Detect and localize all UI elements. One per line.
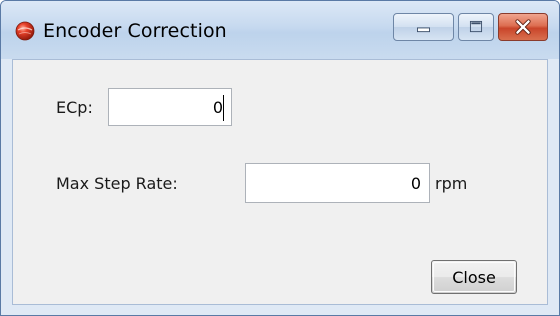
dialog-content: ECp: Max Step Rate: rpm Close: [12, 59, 548, 305]
ecp-input[interactable]: [108, 88, 232, 126]
close-button[interactable]: Close: [431, 260, 517, 294]
max-step-rate-unit: rpm: [435, 174, 468, 193]
close-button-label: Close: [452, 267, 496, 287]
minimize-icon: [417, 27, 430, 33]
maximize-button[interactable]: [458, 13, 494, 41]
maximize-icon: [469, 20, 483, 33]
window-title: Encoder Correction: [43, 20, 227, 42]
max-step-rate-input[interactable]: [245, 163, 430, 203]
caption-buttons: [393, 13, 548, 41]
red-sphere-app-icon: [15, 21, 35, 41]
minimize-button[interactable]: [393, 13, 454, 41]
text-caret: [223, 95, 224, 121]
ecp-label: ECp:: [56, 98, 93, 117]
title-bar[interactable]: Encoder Correction: [1, 1, 559, 59]
close-window-button[interactable]: [498, 13, 548, 41]
max-step-rate-label: Max Step Rate:: [56, 174, 178, 193]
dialog-window: Encoder Correction ECp: 0 Max Step Rate:…: [0, 0, 560, 316]
close-icon: [515, 19, 531, 35]
